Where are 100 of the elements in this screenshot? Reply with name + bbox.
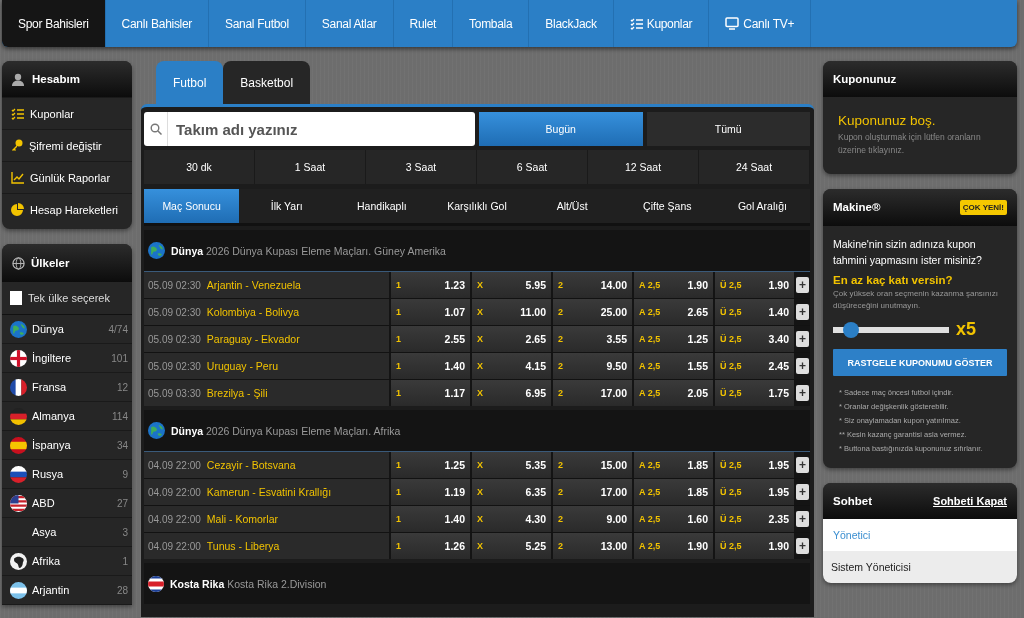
time-filter-button[interactable]: 3 Saat [366, 150, 477, 184]
country-name[interactable]: Fransa [32, 381, 112, 393]
nav-tab[interactable]: Canlı TV+ [709, 0, 812, 47]
match-teams[interactable]: Mali - Komorlar [206, 513, 278, 525]
chat-user[interactable]: Sistem Yöneticisi [823, 550, 1017, 583]
odds-button[interactable]: X 11.00 [472, 299, 551, 325]
add-button[interactable]: + [796, 331, 809, 347]
country-name[interactable]: ABD [32, 497, 112, 509]
odds-button[interactable]: 2 14.00 [553, 272, 632, 298]
nav-tab[interactable]: Rulet [393, 0, 454, 47]
odds-button[interactable]: A 2,5 1.85 [634, 452, 713, 478]
time-filter-button[interactable]: 12 Saat [588, 150, 699, 184]
odds-button[interactable]: Ü 2,5 3.40 [715, 326, 794, 352]
market-tab[interactable]: Çifte Şans [619, 189, 715, 223]
odds-button[interactable]: 2 3.55 [553, 326, 632, 352]
add-button[interactable]: + [796, 385, 809, 401]
add-button[interactable]: + [796, 277, 809, 293]
odds-button[interactable]: Ü 2,5 1.75 [715, 380, 794, 406]
checkbox-label[interactable]: Tek ülke seçerek [28, 292, 110, 304]
odds-button[interactable]: Ü 2,5 1.95 [715, 452, 794, 478]
sport-tab[interactable]: Futbol [156, 61, 224, 104]
country-name[interactable]: Dünya [32, 323, 104, 335]
odds-button[interactable]: 1 1.07 [391, 299, 470, 325]
odds-button[interactable]: 2 13.00 [553, 533, 632, 559]
market-tab[interactable]: Maç Sonucu [144, 189, 240, 223]
market-tab[interactable]: Karşılıklı Gol [429, 189, 525, 223]
odds-button[interactable]: Ü 2,5 1.95 [715, 479, 794, 505]
country-name[interactable]: Afrika [32, 555, 118, 567]
menu-item[interactable]: Kuponlar [30, 107, 75, 120]
day-filter-button[interactable]: Bugün [479, 112, 643, 146]
time-filter-button[interactable]: 30 dk [144, 150, 255, 184]
odds-button[interactable]: 1 2.55 [391, 326, 470, 352]
nav-tab[interactable]: Canlı Bahisler [105, 0, 210, 47]
odds-button[interactable]: A 2,5 1.55 [634, 353, 713, 379]
search-field[interactable]: Takım adı yazınız [168, 112, 475, 146]
nav-tab[interactable]: Kuponlar [613, 0, 710, 47]
menu-item[interactable]: Şifremi değiştir [29, 139, 102, 152]
odds-button[interactable]: 1 1.17 [391, 380, 470, 406]
odds-button[interactable]: X 2.65 [472, 326, 551, 352]
checkbox[interactable] [10, 291, 22, 305]
odds-button[interactable]: X 5.25 [472, 533, 551, 559]
odds-button[interactable]: 1 1.26 [391, 533, 470, 559]
odds-button[interactable]: 1 1.40 [391, 353, 470, 379]
market-tab[interactable]: İlk Yarı [239, 189, 335, 223]
time-filter-button[interactable]: 24 Saat [699, 150, 810, 184]
slider-thumb[interactable] [843, 321, 859, 338]
match-teams[interactable]: Uruguay - Peru [206, 360, 279, 372]
odds-button[interactable]: X 6.35 [472, 479, 551, 505]
match-teams[interactable]: Cezayir - Botsvana [206, 459, 296, 471]
odds-button[interactable]: X 5.95 [472, 272, 551, 298]
add-button[interactable]: + [796, 358, 809, 374]
country-name[interactable]: Almanya [32, 410, 108, 422]
odds-button[interactable]: A 2,5 2.65 [634, 299, 713, 325]
odds-button[interactable]: A 2,5 1.90 [634, 272, 713, 298]
odds-button[interactable]: 1 1.19 [391, 479, 470, 505]
sport-tab[interactable]: Basketbol [223, 61, 311, 104]
chat-user[interactable]: Yönetici [823, 518, 1017, 551]
odds-button[interactable]: X 4.15 [472, 353, 551, 379]
time-filter-button[interactable]: 1 Saat [255, 150, 366, 184]
day-filter-button[interactable]: Tümü [646, 112, 810, 146]
odds-button[interactable]: Ü 2,5 1.40 [715, 299, 794, 325]
add-button[interactable]: + [796, 484, 809, 500]
nav-tab[interactable]: BlackJack [529, 0, 614, 47]
odds-button[interactable]: A 2,5 1.85 [634, 479, 713, 505]
country-name[interactable]: Rusya [32, 468, 118, 480]
odds-button[interactable]: 2 9.50 [553, 353, 632, 379]
odds-button[interactable]: 2 15.00 [553, 452, 632, 478]
odds-button[interactable]: X 6.95 [472, 380, 551, 406]
odds-button[interactable]: 1 1.23 [391, 272, 470, 298]
odds-button[interactable]: 2 17.00 [553, 479, 632, 505]
market-tab[interactable]: Handikaplı [334, 189, 430, 223]
odds-button[interactable]: A 2,5 1.60 [634, 506, 713, 532]
odds-button[interactable]: A 2,5 1.90 [634, 533, 713, 559]
match-teams[interactable]: Paraguay - Ekvador [206, 333, 300, 345]
close-chat-link[interactable]: Sohbeti Kapat [933, 494, 1007, 507]
random-coupon-button[interactable]: RASTGELE KUPONUMU GÖSTER [833, 349, 1007, 377]
odds-button[interactable]: 2 17.00 [553, 380, 632, 406]
match-teams[interactable]: Kolombiya - Bolivya [206, 306, 300, 318]
odds-button[interactable]: Ü 2,5 1.90 [715, 272, 794, 298]
menu-item[interactable]: Hesap Hareketleri [30, 203, 119, 216]
nav-tab[interactable]: Tombala [453, 0, 530, 47]
nav-tab[interactable]: Spor Bahisleri [2, 0, 106, 47]
add-button[interactable]: + [796, 538, 809, 554]
country-name[interactable]: İngiltere [32, 352, 107, 364]
match-teams[interactable]: Kamerun - Esvatini Krallığı [206, 486, 332, 498]
add-button[interactable]: + [796, 511, 809, 527]
country-name[interactable]: Arjantin [32, 584, 112, 596]
match-teams[interactable]: Brezilya - Şili [206, 387, 268, 399]
country-name[interactable]: Asya [32, 526, 118, 538]
country-name[interactable]: İspanya [32, 439, 112, 451]
odds-button[interactable]: A 2,5 2.05 [634, 380, 713, 406]
odds-button[interactable]: 2 9.00 [553, 506, 632, 532]
nav-tab[interactable]: Sanal Futbol [209, 0, 306, 47]
add-button[interactable]: + [796, 457, 809, 473]
odds-button[interactable]: Ü 2,5 1.90 [715, 533, 794, 559]
odds-button[interactable]: A 2,5 1.25 [634, 326, 713, 352]
odds-button[interactable]: 1 1.25 [391, 452, 470, 478]
odds-button[interactable]: X 5.35 [472, 452, 551, 478]
match-teams[interactable]: Arjantin - Venezuela [206, 279, 301, 291]
odds-button[interactable]: X 4.30 [472, 506, 551, 532]
